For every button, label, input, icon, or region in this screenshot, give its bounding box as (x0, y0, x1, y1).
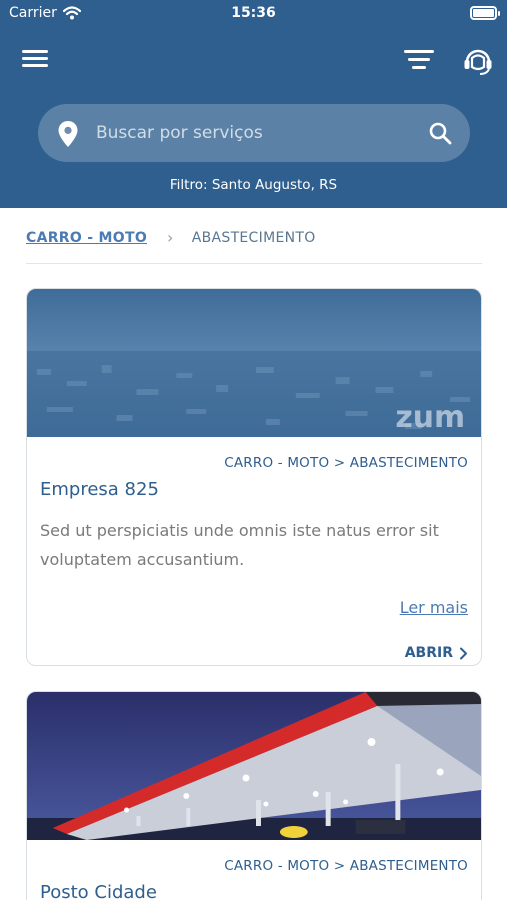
search-bar (38, 104, 470, 162)
breadcrumb-current: ABASTECIMENTO (191, 230, 316, 246)
battery-icon (470, 6, 500, 20)
city-image: zum (27, 289, 481, 437)
business-card[interactable]: zum CARRO - MOTO > ABASTECIMENTO Empresa… (26, 288, 482, 666)
card-category: CARRO - MOTO > ABASTECIMENTO (224, 858, 468, 874)
app-header: Carrier 15:36 Filtro: Sant (0, 0, 507, 208)
breadcrumb-parent-link[interactable]: CARRO - MOTO (26, 230, 147, 246)
support-icon[interactable] (462, 44, 494, 76)
open-button-label: ABRIR (404, 645, 453, 661)
status-bar: Carrier 15:36 (0, 0, 507, 28)
menu-icon[interactable] (22, 50, 48, 70)
search-icon[interactable] (428, 121, 452, 145)
location-pin-icon (58, 121, 78, 147)
breadcrumb: CARRO - MOTO › ABASTECIMENTO (26, 230, 482, 264)
search-input[interactable] (96, 104, 416, 162)
filter-icon[interactable] (404, 50, 434, 72)
status-time: 15:36 (231, 5, 276, 21)
card-title: Posto Cidade (40, 882, 157, 900)
chevron-right-icon (460, 647, 467, 659)
read-more-link[interactable]: Ler mais (400, 598, 468, 617)
location-filter-text: Filtro: Santo Augusto, RS (169, 177, 338, 193)
chevron-right-icon: › (167, 228, 174, 247)
image-watermark: zum (395, 400, 465, 435)
gas-station-image (27, 692, 481, 840)
card-category: CARRO - MOTO > ABASTECIMENTO (224, 455, 468, 471)
card-title: Empresa 825 (40, 479, 159, 500)
card-description: Sed ut perspiciatis unde omnis iste natu… (40, 521, 439, 569)
open-button[interactable]: ABRIR (405, 645, 468, 661)
business-card[interactable]: CARRO - MOTO > ABASTECIMENTO Posto Cidad… (26, 691, 482, 900)
